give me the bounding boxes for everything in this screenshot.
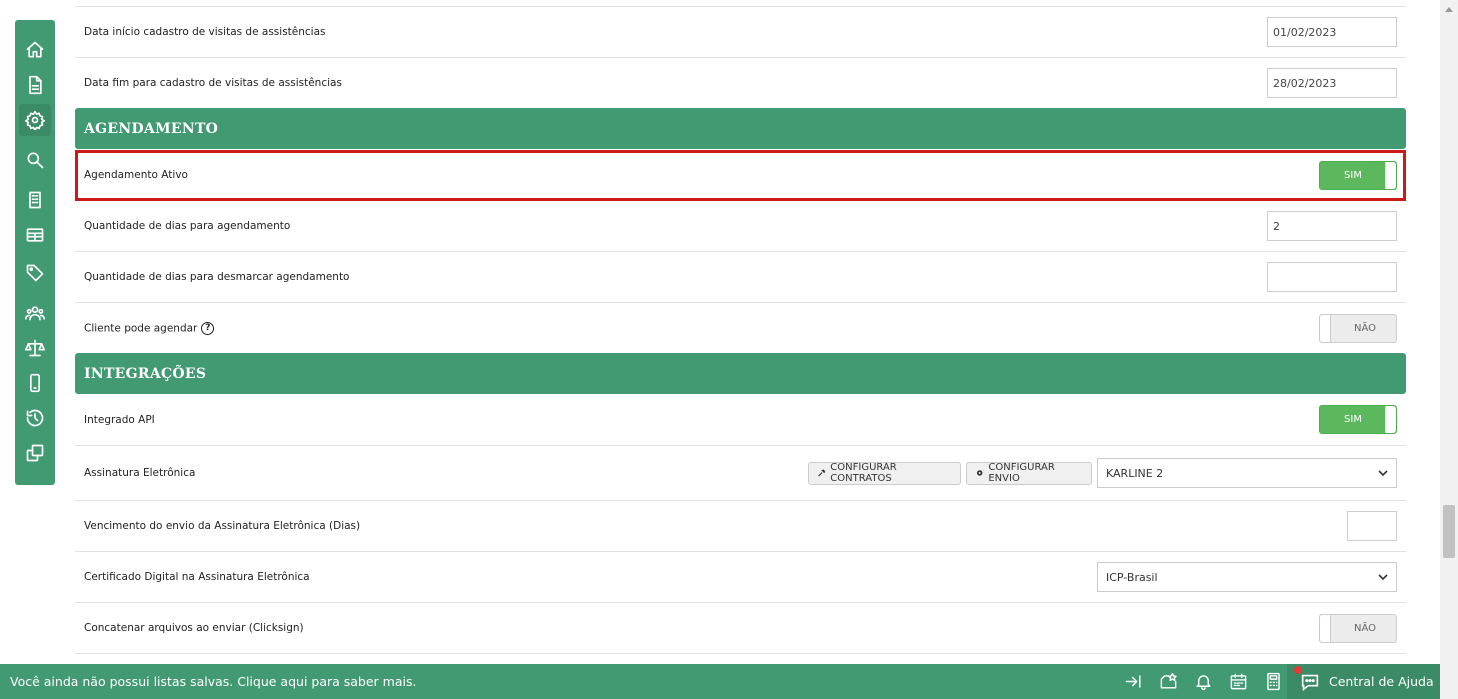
qtd-dias-desmarcar-label: Quantidade de dias para desmarcar agenda… xyxy=(84,271,350,283)
assinatura-select[interactable]: KARLINE 2 xyxy=(1097,458,1397,488)
configurar-contratos-button[interactable]: CONFIGURAR CONTRATOS xyxy=(808,461,961,485)
settings-panel: Data início cadastro de visitas de assis… xyxy=(75,0,1406,664)
cliente-pode-agendar-label: Cliente pode agendar xyxy=(84,322,198,334)
toggle-knob xyxy=(1320,314,1331,342)
certificado-label: Certificado Digital na Assinatura Eletrô… xyxy=(84,571,310,583)
data-inicio-input[interactable]: 01/02/2023 xyxy=(1267,17,1397,47)
toggle-knob xyxy=(1320,614,1331,642)
row-qtd-dias-desmarcar: Quantidade de dias para desmarcar agenda… xyxy=(75,252,1406,303)
row-integrado-api: Integrado API SIM xyxy=(75,394,1406,446)
users-icon[interactable] xyxy=(19,297,51,329)
collapse-icon[interactable] xyxy=(1116,664,1151,699)
tag-icon[interactable] xyxy=(19,257,51,289)
calendar-icon[interactable] xyxy=(1221,664,1256,699)
row-certificado: Certificado Digital na Assinatura Eletrô… xyxy=(75,552,1406,603)
qtd-dias-agendamento-label: Quantidade de dias para agendamento xyxy=(84,220,291,232)
chevron-down-icon xyxy=(1378,470,1388,477)
home-icon[interactable] xyxy=(19,34,51,66)
footer-scroll-corner xyxy=(1440,664,1458,699)
data-fim-input[interactable]: 28/02/2023 xyxy=(1267,68,1397,98)
help-center-label: Central de Ajuda xyxy=(1329,674,1434,689)
toggle-label: SIM xyxy=(1344,414,1362,425)
assinatura-select-value: KARLINE 2 xyxy=(1106,466,1164,480)
toggle-label: NÃO xyxy=(1353,322,1377,334)
footer-bar: Você ainda não possui listas salvas. Cli… xyxy=(0,664,1458,699)
vencimento-input[interactable] xyxy=(1347,511,1397,541)
calculator-icon[interactable] xyxy=(1256,664,1291,699)
help-center-button[interactable]: Central de Ajuda xyxy=(1287,664,1440,699)
footer-icons xyxy=(1116,664,1291,699)
row-vencimento: Vencimento do envio da Assinatura Eletrô… xyxy=(75,501,1406,552)
qtd-dias-desmarcar-input[interactable] xyxy=(1267,262,1397,292)
history-icon[interactable] xyxy=(19,402,51,434)
scroll-up-icon[interactable] xyxy=(1445,7,1453,12)
certificado-select[interactable]: ICP-Brasil xyxy=(1097,562,1397,592)
question-icon[interactable]: ? xyxy=(201,321,215,335)
chevron-down-icon xyxy=(1378,574,1388,581)
toggle-knob xyxy=(1385,406,1396,433)
sidebar xyxy=(15,20,55,485)
list-star-icon[interactable] xyxy=(1151,664,1186,699)
saved-lists-message[interactable]: Você ainda não possui listas salvas. Cli… xyxy=(10,674,416,689)
row-qtd-dias-agendamento: Quantidade de dias para agendamento 2 xyxy=(75,201,1406,252)
configurar-contratos-label: CONFIGURAR CONTRATOS xyxy=(830,462,897,484)
data-fim-label: Data fim para cadastro de visitas de ass… xyxy=(84,77,342,89)
configurar-envio-button[interactable]: CONFIGURAR ENVIO xyxy=(966,461,1092,485)
toggle-label: NÃO xyxy=(1353,622,1377,634)
mobile-icon[interactable] xyxy=(19,367,51,399)
gear-icon[interactable] xyxy=(19,104,51,136)
bell-icon[interactable] xyxy=(1186,664,1221,699)
configurar-envio-label: CONFIGURAR ENVIO xyxy=(988,462,1055,484)
gear-icon xyxy=(976,470,983,476)
integrado-api-label: Integrado API xyxy=(84,413,155,426)
row-cliente-pode-agendar: Cliente pode agendar? NÃO xyxy=(75,303,1406,353)
highlight-box xyxy=(75,150,1406,201)
integracoes-header-title: INTEGRAÇÕES xyxy=(84,365,207,382)
row-concatenar: Concatenar arquivos ao enviar (Clicksign… xyxy=(75,603,1406,654)
row-assinatura-eletronica: Assinatura Eletrônica CONFIGURAR CONTRAT… xyxy=(75,446,1406,501)
vencimento-label: Vencimento do envio da Assinatura Eletrô… xyxy=(84,520,361,532)
vertical-scrollbar[interactable] xyxy=(1440,0,1458,664)
row-data-inicio: Data início cadastro de visitas de assis… xyxy=(75,7,1406,58)
document-icon[interactable] xyxy=(19,69,51,101)
qtd-dias-agendamento-input[interactable]: 2 xyxy=(1267,211,1397,241)
integracoes-section-header: INTEGRAÇÕES xyxy=(75,353,1406,394)
concatenar-toggle[interactable]: NÃO xyxy=(1319,613,1397,643)
scroll-thumb[interactable] xyxy=(1443,505,1455,558)
data-inicio-label: Data início cadastro de visitas de assis… xyxy=(84,26,326,38)
row-top-edge xyxy=(75,0,1406,7)
assinatura-label: Assinatura Eletrônica xyxy=(84,467,196,479)
integrado-api-toggle[interactable]: SIM xyxy=(1319,405,1397,434)
notification-dot xyxy=(1294,665,1302,674)
cliente-pode-agendar-toggle[interactable]: NÃO xyxy=(1319,313,1397,343)
building-icon[interactable] xyxy=(19,184,51,216)
scale-icon[interactable] xyxy=(19,332,51,364)
certificado-select-value: ICP-Brasil xyxy=(1106,570,1158,584)
cliente-pode-agendar-label-wrap: Cliente pode agendar? xyxy=(84,321,215,335)
table-icon[interactable] xyxy=(19,219,51,251)
agendamento-section-header: AGENDAMENTO xyxy=(75,108,1406,149)
search-icon[interactable] xyxy=(19,144,51,176)
agendamento-header-title: AGENDAMENTO xyxy=(84,120,219,137)
hammer-icon xyxy=(818,469,826,477)
copy-icon[interactable] xyxy=(19,437,51,469)
chat-icon xyxy=(1294,665,1321,693)
concatenar-label: Concatenar arquivos ao enviar (Clicksign… xyxy=(84,622,304,634)
row-data-fim: Data fim para cadastro de visitas de ass… xyxy=(75,58,1406,108)
